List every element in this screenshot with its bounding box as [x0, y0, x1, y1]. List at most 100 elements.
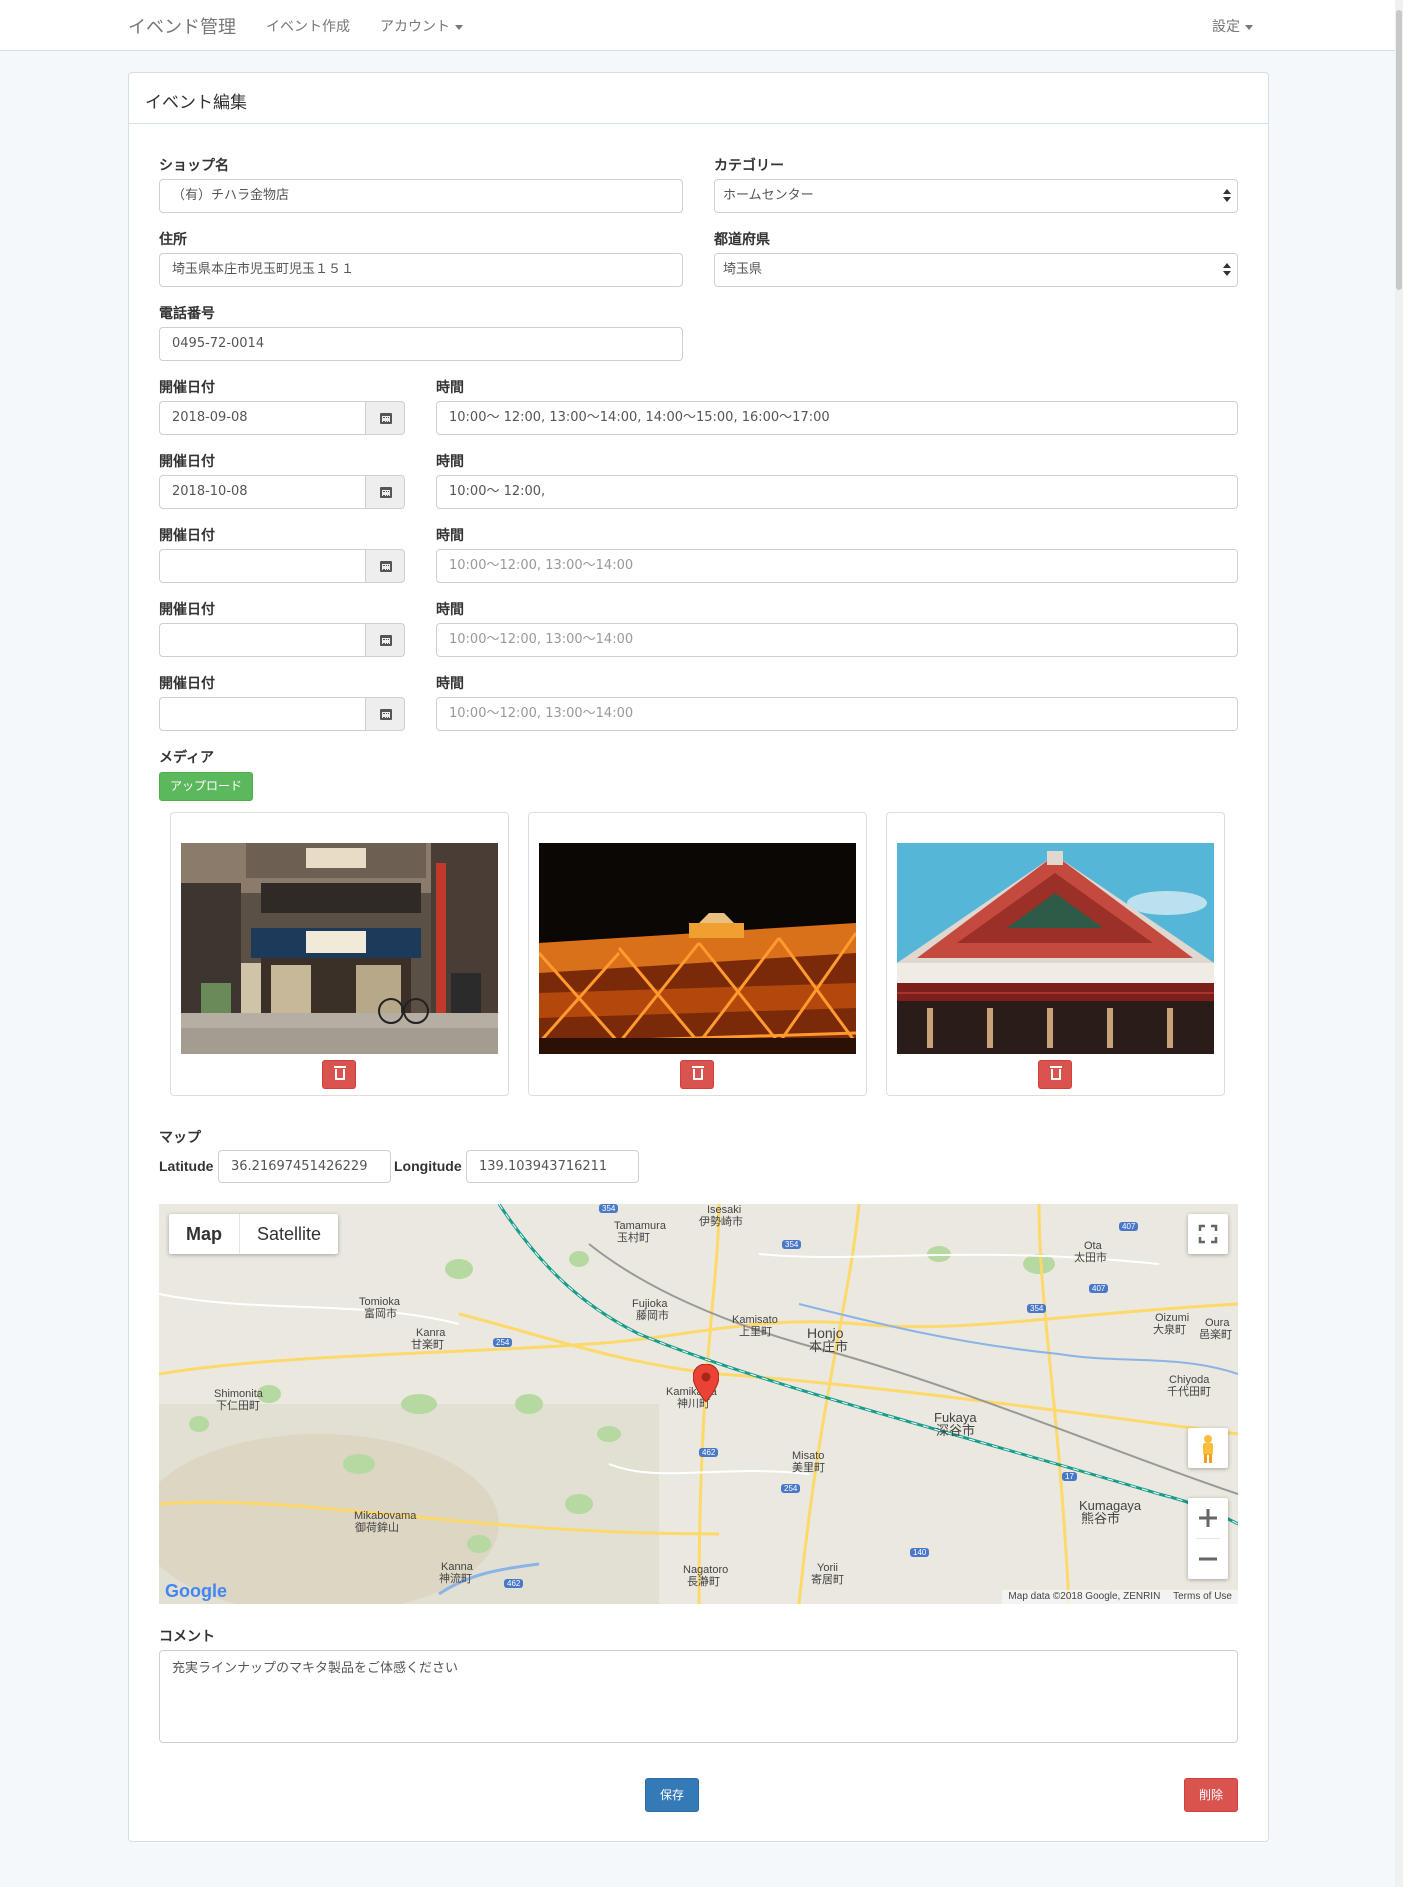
- delete-image-button[interactable]: [680, 1060, 714, 1089]
- schedule-time-label: 時間: [436, 602, 464, 618]
- google-map[interactable]: Isesaki 伊勢崎市 Tamamura 玉村町 Ota 太田市 Tomiok…: [159, 1204, 1238, 1604]
- map-place: Oura: [1205, 1317, 1230, 1329]
- date-picker-button[interactable]: [365, 475, 405, 509]
- date-picker-button[interactable]: [365, 401, 405, 435]
- map-type-satellite-button[interactable]: Satellite: [239, 1214, 338, 1254]
- nav-account-dropdown[interactable]: アカウント: [380, 16, 463, 36]
- map-place-jp: 富岡市: [364, 1308, 397, 1320]
- time-input[interactable]: 10:00〜12:00, 13:00〜14:00: [436, 697, 1238, 731]
- schedule-date-label: 開催日付: [159, 676, 215, 692]
- category-select[interactable]: ホームセンター: [714, 179, 1238, 213]
- chevron-down-icon: [455, 24, 463, 30]
- save-button[interactable]: 保存: [645, 1778, 699, 1812]
- schedule-date-label: 開催日付: [159, 454, 215, 470]
- date-picker-button[interactable]: [365, 623, 405, 657]
- zoom-in-button[interactable]: [1188, 1498, 1228, 1538]
- map-place: Tamamura: [614, 1220, 666, 1232]
- nav-create-event[interactable]: イベント作成: [266, 16, 350, 36]
- date-input[interactable]: 2018-09-08: [159, 401, 366, 435]
- route-badge: 17: [1062, 1472, 1077, 1481]
- map-place-jp: 大泉町: [1153, 1324, 1186, 1336]
- time-input[interactable]: 10:00〜12:00, 13:00〜14:00: [436, 549, 1238, 583]
- comment-textarea[interactable]: 充実ラインナップのマキタ製品をご体感ください: [159, 1650, 1238, 1743]
- route-badge: 354: [1027, 1304, 1047, 1313]
- map-place-jp: 太田市: [1074, 1252, 1107, 1264]
- latitude-input[interactable]: 36.21697451426229: [218, 1150, 391, 1183]
- map-place-jp: 神流町: [439, 1573, 472, 1585]
- address-input[interactable]: 埼玉県本庄市児玉町児玉１５１: [159, 253, 683, 287]
- delete-button[interactable]: 削除: [1184, 1778, 1238, 1812]
- temple-photo: [897, 843, 1214, 1054]
- nav-settings-dropdown[interactable]: 設定: [1212, 16, 1253, 36]
- map-place: Mikabovama: [354, 1510, 417, 1522]
- map-type-map-button[interactable]: Map: [169, 1214, 239, 1254]
- shop-name-input[interactable]: （有）チハラ金物店: [159, 179, 683, 213]
- event-edit-panel: イベント編集 ショップ名 （有）チハラ金物店 カテゴリー ホームセンター 住所 …: [128, 72, 1269, 1842]
- date-picker-button[interactable]: [365, 697, 405, 731]
- scrollbar[interactable]: [1395, 0, 1403, 1887]
- map-place-jp: 美里町: [792, 1462, 825, 1474]
- terms-link[interactable]: Terms of Use: [1173, 1591, 1232, 1602]
- map-place: Kanra: [416, 1327, 446, 1339]
- date-input[interactable]: [159, 549, 366, 583]
- address-label: 住所: [159, 232, 187, 248]
- route-badge: 254: [781, 1484, 801, 1493]
- schedule-time-label: 時間: [436, 454, 464, 470]
- map-place: Chiyoda: [1169, 1374, 1210, 1386]
- map-place-jp: 熊谷市: [1081, 1511, 1121, 1526]
- date-input[interactable]: [159, 623, 366, 657]
- brand-link[interactable]: イベンド管理: [128, 13, 236, 39]
- prefecture-value: 埼玉県: [723, 262, 763, 277]
- phone-label: 電話番号: [159, 306, 215, 322]
- google-logo[interactable]: Google: [165, 1581, 227, 1602]
- comment-label: コメント: [159, 1629, 215, 1645]
- date-input[interactable]: 2018-10-08: [159, 475, 366, 509]
- route-badge: 354: [782, 1240, 802, 1249]
- zoom-control: [1188, 1498, 1228, 1579]
- map-place: Yorii: [817, 1562, 838, 1574]
- time-input[interactable]: 10:00〜 12:00, 13:00〜14:00, 14:00〜15:00, …: [436, 401, 1238, 435]
- map-place-jp: 深谷市: [936, 1423, 976, 1438]
- scrollbar-thumb[interactable]: [1396, 10, 1402, 290]
- phone-input[interactable]: 0495-72-0014: [159, 327, 683, 361]
- map-place: Kamisato: [732, 1314, 778, 1326]
- map-marker-icon[interactable]: [693, 1364, 719, 1402]
- media-thumbnail: [528, 812, 867, 1096]
- shop-name-label: ショップ名: [159, 158, 229, 174]
- upload-button[interactable]: アップロード: [159, 772, 253, 801]
- route-badge: 254: [493, 1338, 513, 1347]
- date-picker: 2018-09-08: [159, 401, 405, 435]
- date-picker: [159, 697, 405, 731]
- category-value: ホームセンター: [723, 188, 814, 203]
- map-place: Fujioka: [632, 1298, 668, 1310]
- time-input[interactable]: 10:00〜 12:00,: [436, 475, 1238, 509]
- schedule-date-label: 開催日付: [159, 602, 215, 618]
- fullscreen-button[interactable]: [1188, 1214, 1228, 1254]
- prefecture-select[interactable]: 埼玉県: [714, 253, 1238, 287]
- street-view-pegman[interactable]: [1188, 1428, 1228, 1468]
- panel-heading: イベント編集: [129, 73, 1268, 124]
- map-type-control: Map Satellite: [169, 1214, 339, 1254]
- nav-account-label: アカウント: [380, 19, 450, 35]
- map-place-jp: 甘楽町: [411, 1339, 444, 1351]
- map-place: Kanna: [441, 1561, 473, 1573]
- shop-photo: [181, 843, 498, 1054]
- delete-image-button[interactable]: [1038, 1060, 1072, 1089]
- map-place-jp: 長瀞町: [687, 1576, 720, 1588]
- longitude-input[interactable]: 139.103943716211: [466, 1150, 639, 1183]
- date-picker: [159, 623, 405, 657]
- map-place-jp: 本庄市: [809, 1339, 849, 1354]
- date-picker-button[interactable]: [365, 549, 405, 583]
- plus-icon: [1199, 1509, 1217, 1527]
- date-input[interactable]: [159, 697, 366, 731]
- map-place-jp: 御荷鉾山: [355, 1522, 399, 1534]
- latitude-label: Latitude: [159, 1158, 214, 1174]
- zoom-out-button[interactable]: [1188, 1539, 1228, 1579]
- time-input[interactable]: 10:00〜12:00, 13:00〜14:00: [436, 623, 1238, 657]
- chevron-down-icon: [1245, 24, 1253, 30]
- map-place-jp: 玉村町: [617, 1232, 650, 1244]
- fullscreen-icon: [1198, 1224, 1218, 1244]
- longitude-label: Longitude: [394, 1158, 462, 1174]
- delete-image-button[interactable]: [322, 1060, 356, 1089]
- date-picker: [159, 549, 405, 583]
